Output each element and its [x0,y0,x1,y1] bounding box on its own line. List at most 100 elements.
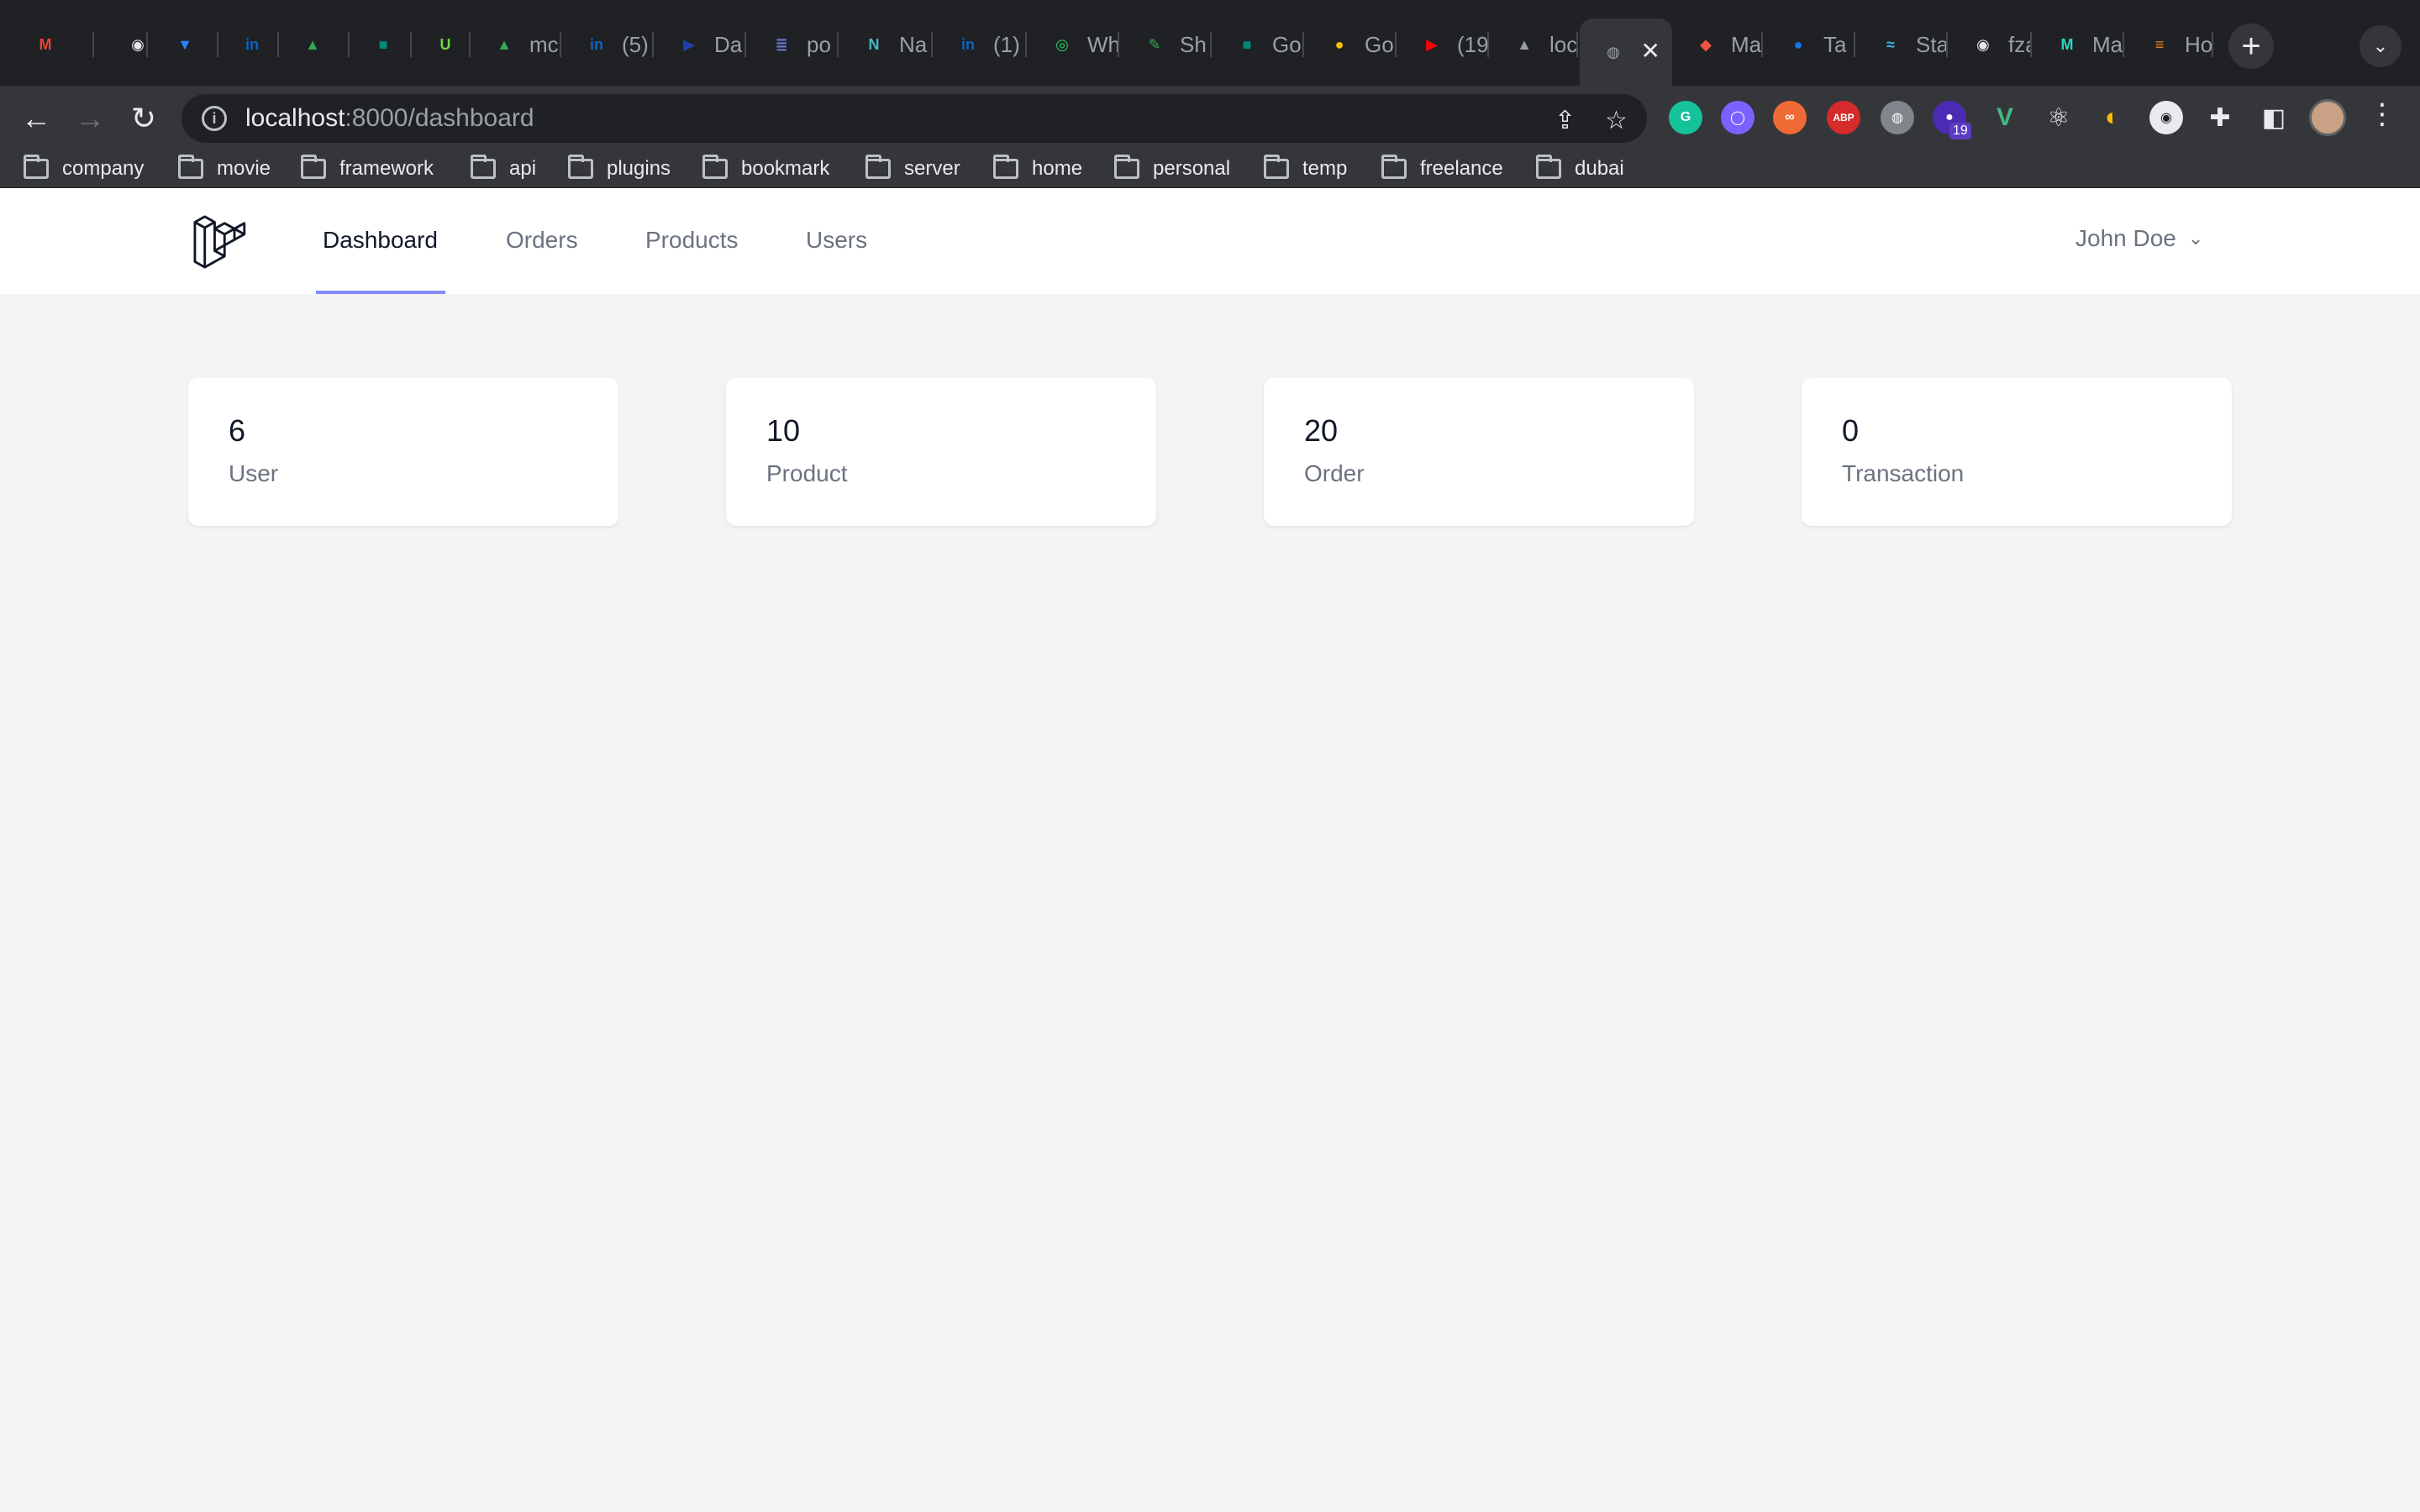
bookmark-label: api [509,157,537,180]
bookmark-folder[interactable]: api [471,153,536,185]
browser-tab[interactable]: ▲ [279,18,350,71]
browser-tab[interactable]: ▶ (19 [1398,18,1489,71]
bookmark-label: freelance [1420,157,1503,180]
browser-tab[interactable]: ≡ Ho [2126,18,2213,71]
bookmark-folder[interactable]: movie [178,153,271,185]
browser-tab[interactable]: ● Ta [1765,18,1855,71]
browser-menu-icon[interactable]: ⋮ [2368,97,2396,131]
browser-tab[interactable]: ◎ Wh [1028,18,1119,71]
extension-yellow-icon[interactable]: ◐ [2096,101,2129,134]
bookmark-label: company [62,157,145,180]
browser-tab[interactable]: in (1) [934,18,1027,71]
active-tab-indicator [316,291,445,294]
folder-icon [865,155,891,179]
stat-label: Order [1304,460,1365,486]
browser-tab[interactable]: ▲ loc [1491,18,1578,71]
browser-tab[interactable]: ≣ po [748,18,839,71]
google-drive-icon: ▲ [497,35,512,53]
browser-tab[interactable]: U [412,18,471,71]
bookmark-folder[interactable]: server [865,153,960,185]
url-host: localhost [245,104,345,132]
bookmark-label: bookmark [741,157,830,180]
browser-tab[interactable]: ■ Go [1213,18,1304,71]
browser-tab[interactable]: ◉ fza [1949,18,2032,71]
browser-tab[interactable]: ▼ [151,18,218,71]
bookmark-label: server [904,157,960,180]
new-tab-button[interactable]: + [2228,24,2274,69]
forward-button[interactable]: → [67,96,113,141]
back-button[interactable]: ← [13,96,59,141]
browser-tab[interactable]: M [12,18,94,71]
adblock-icon[interactable]: ABP [1827,101,1860,134]
browser-tab[interactable]: in (5) [563,18,654,71]
stat-card-orders: 20 Order [1264,378,1694,526]
folder-icon [993,155,1018,179]
laravel-logo[interactable] [192,213,249,270]
bookmark-folder[interactable]: framework [301,153,434,185]
nav-users[interactable]: Users [806,227,867,254]
browser-tab[interactable]: ▶ Da [655,18,746,71]
browser-tab[interactable]: ◆ Ma [1672,18,1763,71]
profile-avatar[interactable] [2309,99,2346,136]
bookmark-folder[interactable]: bookmark [702,153,829,185]
translate-icon[interactable]: ◍ [1881,101,1914,134]
browser-tab[interactable]: ■ [350,18,412,71]
tab-title: Ma [2092,31,2123,57]
gmail-icon: M [39,35,52,53]
browser-tab[interactable]: ● Go [1306,18,1397,71]
tab-title: Sta [1916,31,1948,57]
browser-tab[interactable]: ≈ Sta [1857,18,1948,71]
browser-tab[interactable]: M Ma [2033,18,2124,71]
site-info-icon[interactable]: i [202,106,227,131]
bookmark-folder[interactable]: plugins [568,153,671,185]
globe-icon: ◍ [1607,43,1620,60]
tab-title: Wh [1087,31,1119,57]
url-path: :8000/dashboard [345,104,534,132]
user-menu[interactable]: John Doe ⌄ [2075,225,2203,252]
bookmark-folder[interactable]: personal [1114,153,1230,185]
grammarly-icon[interactable]: G [1669,101,1702,134]
bookmark-folder[interactable]: dubai [1536,153,1624,185]
nav-dashboard[interactable]: Dashboard [323,227,438,254]
side-panel-icon[interactable]: ◧ [2257,101,2291,134]
app-navbar: Dashboard Orders Products Users John Doe… [0,188,2420,296]
address-bar[interactable]: i localhost :8000/dashboard ⇪ ☆ [182,94,1647,143]
stat-label: Transaction [1842,460,1965,486]
bookmark-label: framework [339,157,434,180]
colorzilla-icon[interactable]: ◯ [1721,101,1754,134]
folder-icon [1114,155,1139,179]
extensions-puzzle-icon[interactable]: ✚ [2203,101,2237,134]
bookmark-folder[interactable]: temp [1264,153,1347,185]
share-icon[interactable]: ⇪ [1555,106,1576,135]
vue-devtools-icon[interactable]: V [1988,101,2022,134]
bookmark-folder[interactable]: home [993,153,1082,185]
browser-toolbar: ← → ↻ i localhost :8000/dashboard ⇪ ☆ G … [0,86,2420,151]
nav-products[interactable]: Products [645,227,739,254]
stat-value: 20 [1304,413,1339,448]
react-devtools-icon[interactable]: ⚛ [2042,101,2075,134]
browser-tab[interactable]: in [218,18,279,71]
whatsapp-icon: ◎ [1055,35,1069,53]
browser-tab[interactable]: N Na [840,18,933,71]
browser-tab[interactable]: ▲ mc [471,18,561,71]
github-icon: ◉ [1976,35,1990,53]
tab-title: mc [529,31,559,57]
browser-tab[interactable]: ✎ Sh [1121,18,1212,71]
tab-title: Go [1272,31,1302,57]
nav-orders[interactable]: Orders [506,227,578,254]
browser-tab[interactable]: ◍ ✕ [1580,18,1672,86]
bookmark-label: dubai [1575,157,1624,180]
bookmark-label: movie [217,157,271,180]
bookmark-star-icon[interactable]: ☆ [1605,106,1628,135]
infinity-icon[interactable]: ∞ [1773,101,1807,134]
bookmark-folder[interactable]: freelance [1381,153,1503,185]
tailwind-icon: ≈ [1886,35,1895,53]
browser-tab[interactable]: ◉ [104,18,148,71]
tab-search-button[interactable]: ⌄ [2360,25,2402,67]
google-drive-icon: ▲ [305,35,320,53]
close-icon[interactable]: ✕ [1641,37,1660,65]
bookmark-label: home [1032,157,1083,180]
extension-white-icon[interactable]: ◉ [2149,101,2183,134]
bookmark-folder[interactable]: company [24,153,144,185]
reload-button[interactable]: ↻ [121,96,166,141]
